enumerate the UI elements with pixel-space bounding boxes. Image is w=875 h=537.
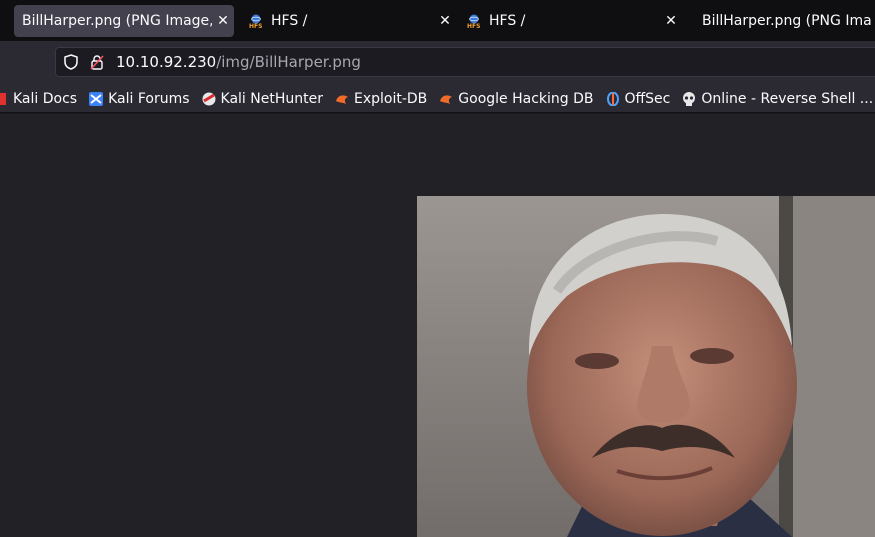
bookmark-reverse-shell[interactable]: Online - Reverse Shell ... [682, 91, 873, 107]
offsec-icon [606, 91, 620, 106]
bookmark-label: OffSec [624, 90, 671, 107]
exploit-db-icon [335, 92, 349, 106]
tab-hfs-1[interactable]: HFS HFS / ✕ [234, 5, 456, 37]
tab-billharper-2[interactable]: BillHarper.png (PNG Image [682, 5, 872, 37]
hfs-icon: HFS [248, 14, 264, 30]
bookmark-google-hacking-db[interactable]: Google Hacking DB [439, 90, 594, 107]
kali-icon [0, 92, 8, 106]
skull-icon [682, 91, 696, 106]
bookmark-label: Exploit-DB [353, 90, 428, 107]
close-icon[interactable]: ✕ [660, 13, 682, 29]
bill-harper-photo [417, 196, 875, 537]
kali-forums-icon [89, 91, 104, 106]
tab-hfs-2[interactable]: HFS HFS / ✕ [456, 5, 682, 37]
bookmark-label: Kali Forums [108, 90, 190, 107]
close-icon[interactable]: ✕ [434, 13, 456, 29]
nethunter-icon [202, 92, 216, 106]
bookmark-label: Google Hacking DB [458, 90, 594, 107]
bookmark-kali-docs[interactable]: Kali Docs [0, 91, 77, 107]
bookmark-label: Online - Reverse Shell ... [701, 90, 874, 107]
shield-icon[interactable] [56, 54, 86, 70]
close-icon[interactable]: ✕ [212, 13, 234, 29]
url-host: 10.10.92.230 [116, 53, 217, 71]
bookmark-kali-nethunter[interactable]: Kali NetHunter [202, 91, 323, 107]
bookmark-exploit-db[interactable]: Exploit-DB [335, 91, 427, 107]
tab-title: BillHarper.png (PNG Image [702, 12, 872, 29]
tab-bar: BillHarper.png (PNG Image, 6 ✕ HFS HFS /… [0, 0, 875, 41]
bookmark-offsec[interactable]: OffSec [606, 90, 671, 107]
bookmark-label: Kali NetHunter [220, 90, 323, 107]
url-text: 10.10.92.230/img/BillHarper.png [116, 53, 361, 71]
tab-title: HFS / [271, 12, 308, 29]
bookmark-label: Kali Docs [13, 90, 78, 107]
tab-title: HFS / [489, 12, 526, 29]
nav-toolbar: 10.10.92.230/img/BillHarper.png [0, 41, 875, 85]
bookmark-kali-forums[interactable]: Kali Forums [89, 90, 190, 107]
bookmarks-bar: Kali Docs Kali Forums Kali NetHunter Exp… [0, 85, 875, 113]
url-path: /img/BillHarper.png [216, 53, 361, 71]
ghdb-icon [439, 92, 453, 106]
insecure-lock-icon[interactable] [86, 54, 108, 70]
hfs-icon: HFS [466, 14, 482, 30]
svg-text:HFS: HFS [249, 23, 262, 28]
svg-text:HFS: HFS [467, 23, 480, 28]
tab-billharper-active[interactable]: BillHarper.png (PNG Image, 6 ✕ [14, 4, 234, 37]
page-viewport [0, 114, 875, 537]
tab-title: BillHarper.png (PNG Image, 6 [22, 12, 212, 29]
address-bar[interactable]: 10.10.92.230/img/BillHarper.png [55, 47, 875, 77]
